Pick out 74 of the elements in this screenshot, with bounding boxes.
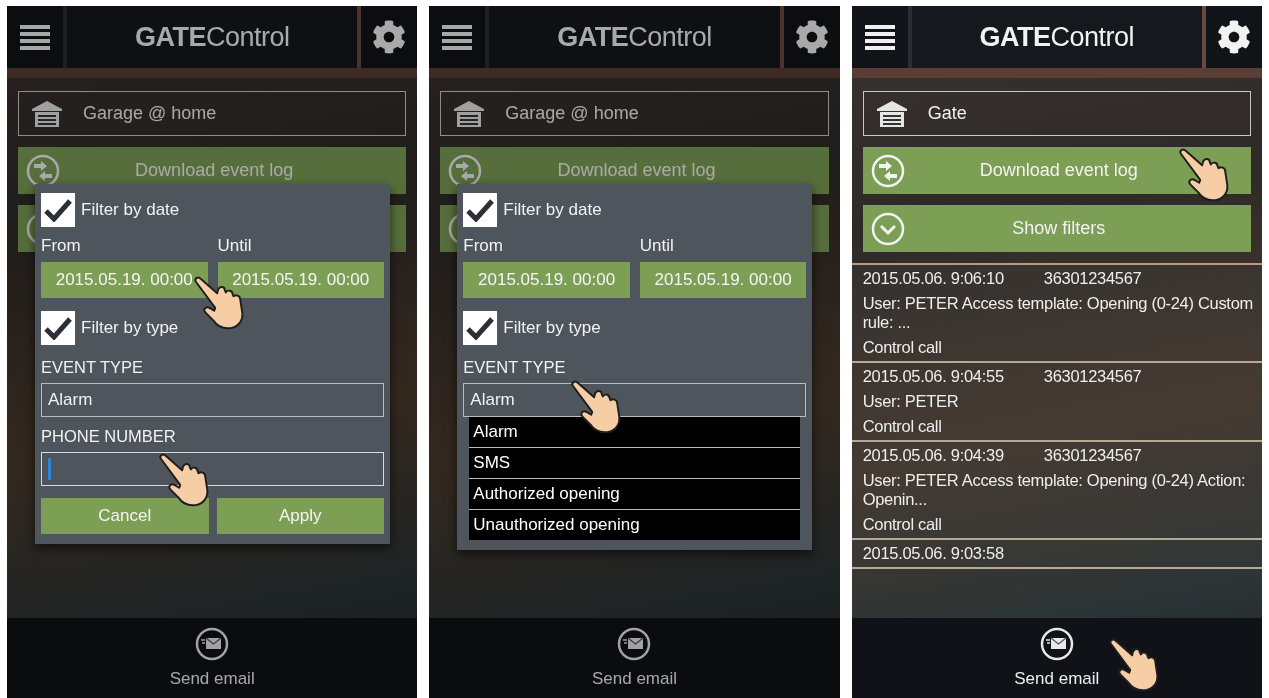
event-time: 2015.05.06. 9:04:55 [862, 367, 1004, 386]
chevron-down-icon [870, 211, 905, 246]
settings-button[interactable] [783, 6, 840, 68]
menu-icon [864, 23, 895, 51]
settings-icon [1217, 20, 1251, 54]
menu-button[interactable] [7, 6, 63, 68]
phone-number: 36301234567 [1043, 446, 1142, 465]
field-label: From [463, 236, 504, 256]
device-selector[interactable]: Gate [862, 91, 1251, 136]
log-entry[interactable]: 2015.05.06. 9:04:55 36301234567 User: PETER Control call [851, 363, 1262, 442]
settings-icon [372, 20, 407, 54]
event-type-field[interactable]: Alarm [41, 383, 384, 417]
checkbox[interactable] [463, 311, 498, 345]
checkbox-label: Filter by type [503, 318, 601, 338]
event-type-field[interactable]: Alarm [463, 383, 807, 417]
device-name: Gate [927, 103, 967, 124]
settings-button[interactable] [1206, 6, 1262, 68]
swap-arrows-icon [870, 153, 905, 188]
dropdown-option[interactable]: SMS [469, 448, 801, 479]
check-icon [44, 316, 72, 340]
field-label: From [41, 236, 82, 256]
checkbox-label: Filter by date [503, 200, 602, 220]
log-entry[interactable]: 2015.05.06. 9:03:58 [851, 540, 1262, 569]
menu-button[interactable] [429, 6, 486, 68]
event-details: User: PETER [862, 392, 960, 411]
checkbox[interactable] [41, 311, 75, 345]
check-icon [44, 198, 72, 222]
event-type: Control call [862, 515, 943, 534]
log-entry[interactable]: 2015.05.06. 9:04:39 36301234567 User: PETER Access template: Opening (0-24) Action: Openin... Control call [851, 442, 1262, 540]
dropdown-option[interactable]: Authorized opening [469, 479, 801, 510]
email-icon [195, 627, 230, 661]
phone-number: 36301234567 [1043, 367, 1142, 386]
device-selector[interactable]: Garage @ home [440, 91, 829, 136]
menu-icon [442, 23, 473, 51]
log-entry[interactable]: 2015.05.06. 9:06:10 36301234567 User: PETER Access template: Opening (0-24) Custom rule: ... Control call [851, 265, 1262, 363]
swap-arrows-icon [448, 153, 483, 188]
field-label: PHONE NUMBER [41, 427, 177, 446]
send-email-button[interactable]: Send email [851, 618, 1262, 698]
swap-arrows-icon [26, 153, 60, 188]
event-time: 2015.05.06. 9:03:58 [862, 544, 1004, 563]
settings-icon [794, 20, 829, 54]
send-email-button[interactable]: Send email [429, 618, 840, 698]
check-icon [466, 316, 495, 340]
event-details: User: PETER Access template: Opening (0-24) Action: Openin... [862, 471, 1247, 509]
email-icon [617, 627, 652, 661]
device-name: Garage @ home [505, 103, 639, 124]
event-time: 2015.05.06. 9:06:10 [862, 269, 1004, 288]
device-selector[interactable]: Garage @ home [18, 91, 407, 136]
event-type: Control call [862, 338, 943, 357]
field-label: EVENT TYPE [41, 358, 145, 377]
field-label: Until [639, 236, 675, 256]
checkbox-label: Filter by type [81, 318, 179, 338]
event-type: Control call [862, 417, 943, 436]
checkbox-label: Filter by date [81, 200, 180, 220]
settings-button[interactable] [361, 6, 418, 68]
menu-button[interactable] [851, 6, 908, 68]
menu-icon [20, 23, 50, 51]
phone-number-field[interactable] [41, 452, 384, 486]
send-email-button[interactable]: Send email [7, 618, 418, 698]
event-time: 2015.05.06. 9:04:39 [862, 446, 1004, 465]
field-label: Until [217, 236, 253, 256]
phone-number: 36301234567 [1043, 269, 1142, 288]
checkbox[interactable] [41, 193, 75, 227]
garage-icon [453, 99, 486, 128]
event-details: User: PETER Access template: Opening (0-24) Custom rule: ... [862, 294, 1254, 332]
dropdown-option[interactable]: Unauthorized opening [469, 510, 801, 540]
garage-icon [875, 99, 908, 128]
text-cursor [48, 458, 51, 480]
garage-icon [31, 99, 63, 128]
field-label: EVENT TYPE [463, 358, 567, 377]
email-icon [1039, 627, 1074, 661]
device-name: Garage @ home [83, 103, 217, 124]
check-icon [466, 198, 495, 222]
checkbox[interactable] [463, 193, 498, 227]
